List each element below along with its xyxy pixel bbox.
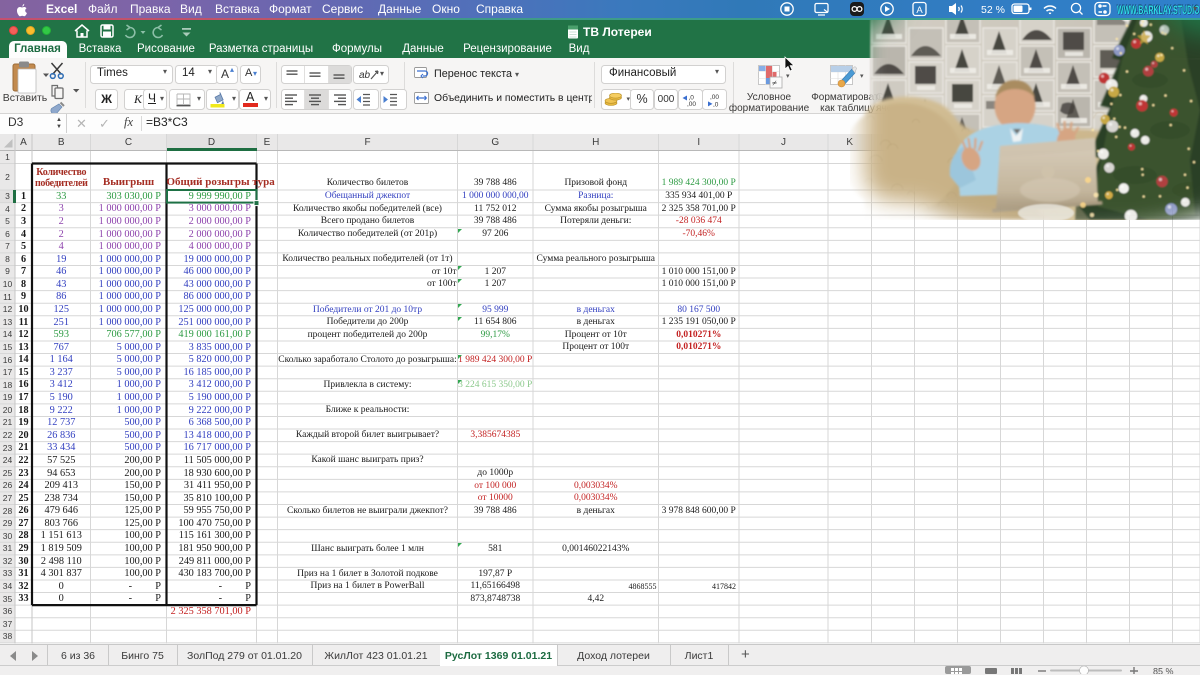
svg-text:ab: ab	[359, 70, 371, 81]
svg-text:A: A	[916, 5, 923, 16]
svg-text:,0: ,0	[713, 101, 719, 107]
svg-text:,00: ,00	[710, 94, 719, 101]
svg-text:85 %: 85 %	[1153, 667, 1174, 675]
svg-text:≠: ≠	[772, 78, 777, 88]
svg-text:,00: ,00	[687, 101, 696, 107]
svg-text:52 %: 52 %	[981, 4, 1005, 16]
